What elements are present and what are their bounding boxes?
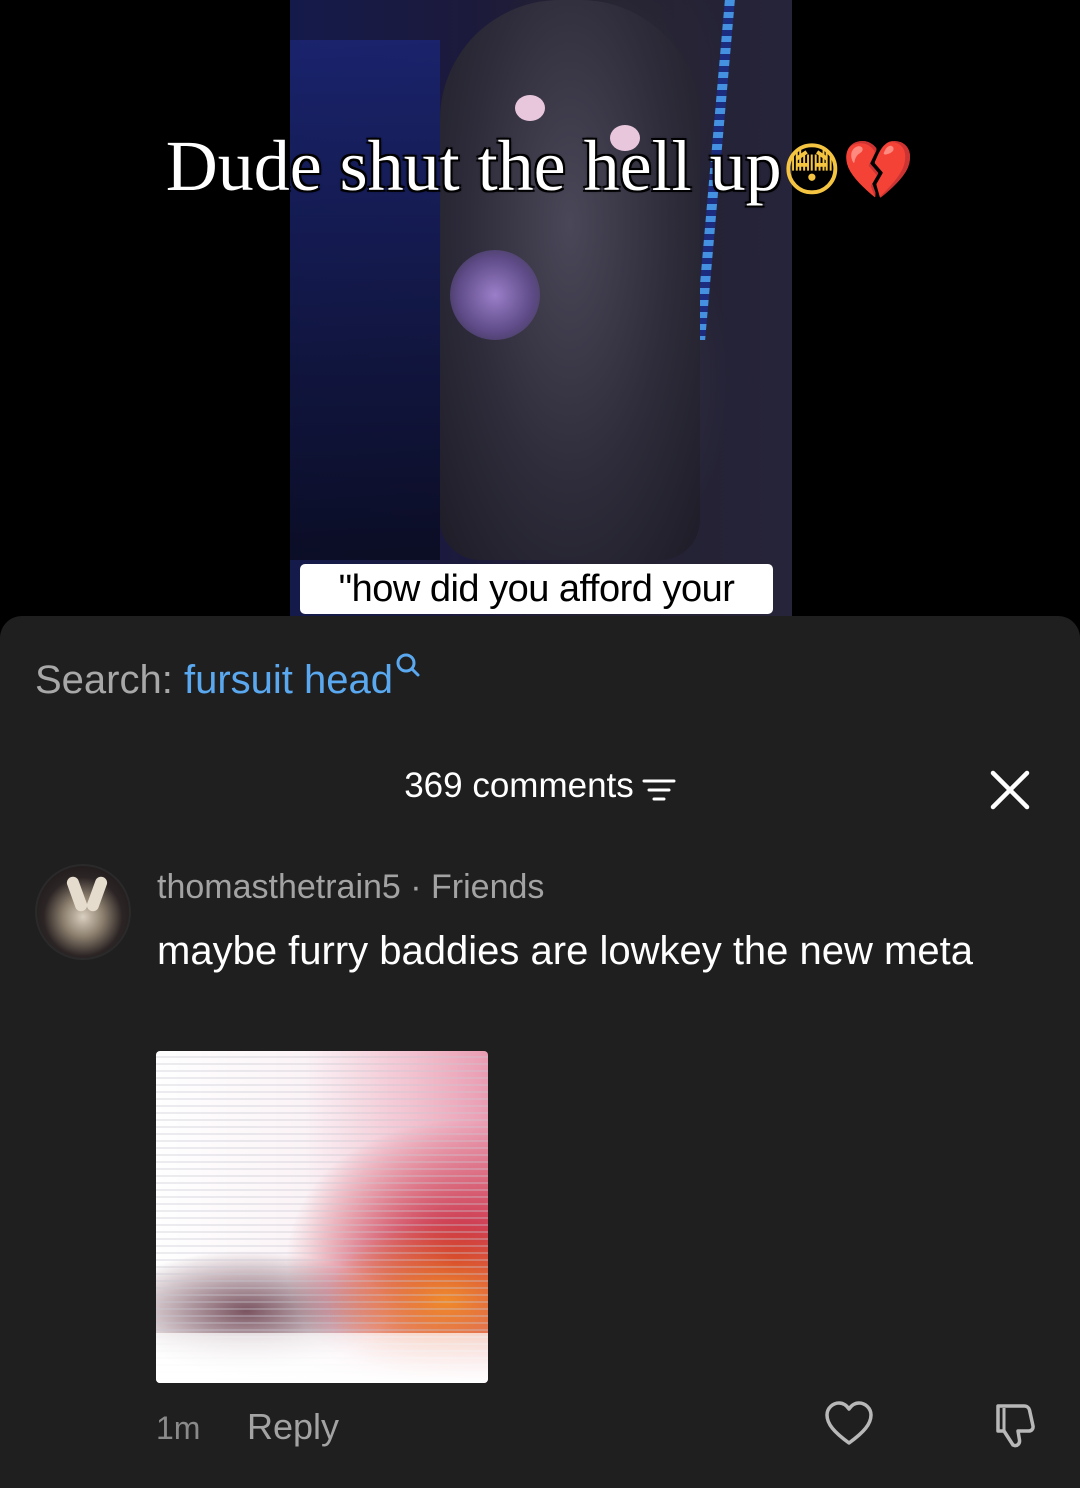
friend-badge: Friends [431,868,545,906]
search-label: Search: [35,658,173,702]
comment-meta: thomasthetrain5 · Friends [157,868,544,907]
video-overlay-text: Dude shut the hell up😳💔 [0,125,1080,208]
background-shelf [290,40,440,560]
avatar[interactable] [35,864,131,960]
dislike-icon[interactable] [990,1400,1040,1450]
fursuit-eye [515,95,545,121]
comments-header: 369 comments [0,766,1080,806]
avatar-ear [85,875,109,913]
close-icon[interactable] [988,768,1032,812]
search-term-link[interactable]: fursuit head [184,658,393,702]
comment-username[interactable]: thomasthetrain5 [157,868,401,906]
sort-icon[interactable] [642,772,676,801]
search-suggestion[interactable]: Search: fursuit head [35,653,421,703]
comment-text: maybe furry baddies are lowkey the new m… [157,929,973,973]
video-frame [290,0,792,640]
comments-count: 369 comments [404,766,634,805]
reply-button[interactable]: Reply [247,1406,339,1448]
overlay-title-text: Dude shut the hell up [165,126,782,206]
meta-separator: · [400,868,432,906]
video-caption: "how did you afford your [300,564,773,614]
comment-footer: 1m Reply [0,1400,1080,1460]
flushed-face-emoji: 😳 [781,136,843,204]
image-fade [156,1333,488,1383]
comment-timestamp: 1m [156,1410,201,1446]
search-icon[interactable] [395,651,421,685]
video-player[interactable]: Dude shut the hell up😳💔 "how did you aff… [0,0,1080,640]
comment-image[interactable] [156,1051,488,1383]
avatar-ear [65,875,89,913]
heart-icon[interactable] [824,1400,874,1450]
broken-heart-emoji: 💔 [842,136,915,204]
fursuit-paw [450,250,540,340]
comments-sheet: Search: fursuit head 369 comments thomas… [0,616,1080,1488]
